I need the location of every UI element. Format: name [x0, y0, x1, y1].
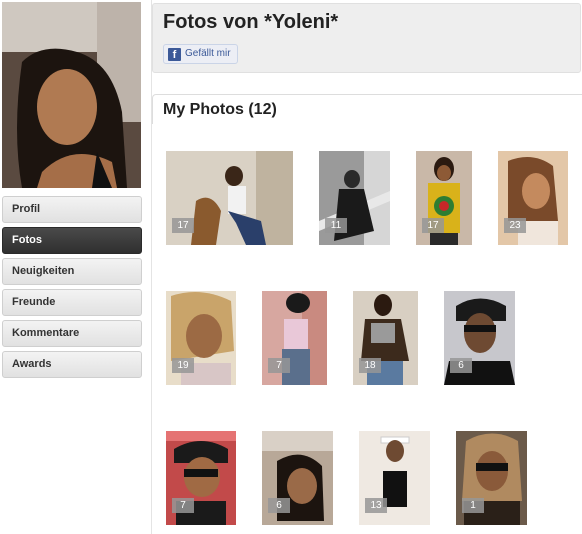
photo-count-badge: 17 — [172, 218, 194, 233]
photo-album-thumbnail[interactable]: 18 — [353, 291, 418, 385]
nav-item-neuigkeiten[interactable]: Neuigkeiten — [2, 258, 142, 285]
profile-photo — [2, 2, 141, 188]
like-button[interactable]: f Gefällt mir — [163, 44, 238, 64]
photo-album-thumbnail[interactable]: 7 — [262, 291, 327, 385]
photo-count-badge: 18 — [359, 358, 381, 373]
nav-item-profil[interactable]: Profil — [2, 196, 142, 223]
nav-item-fotos[interactable]: Fotos — [2, 227, 142, 254]
photo-count-badge: 23 — [504, 218, 526, 233]
photo-album-thumbnail[interactable]: 19 — [166, 291, 236, 385]
photo-album-thumbnail[interactable]: 17 — [166, 151, 293, 245]
page-title: Fotos von *Yoleni* — [163, 11, 339, 33]
photo-count-badge: 7 — [268, 358, 290, 373]
photo-count-badge: 6 — [268, 498, 290, 513]
photo-count-badge: 19 — [172, 358, 194, 373]
section-title: My Photos (12) — [163, 101, 277, 118]
nav-item-kommentare[interactable]: Kommentare — [2, 320, 142, 347]
photo-album-thumbnail[interactable]: 6 — [262, 431, 333, 525]
photo-album-thumbnail[interactable]: 7 — [166, 431, 236, 525]
facebook-icon: f — [168, 47, 181, 61]
like-label: Gefällt mir — [185, 48, 231, 59]
photo-album-thumbnail[interactable]: 6 — [444, 291, 515, 385]
photo-count-badge: 13 — [365, 498, 387, 513]
nav-item-awards[interactable]: Awards — [2, 351, 142, 378]
photo-count-badge: 6 — [450, 358, 472, 373]
profile-navigation: Profil Fotos Neuigkeiten Freunde Komment… — [2, 196, 142, 382]
column-divider — [151, 0, 152, 534]
photo-album-thumbnail[interactable]: 17 — [416, 151, 472, 245]
photo-count-badge: 17 — [422, 218, 444, 233]
photo-count-badge: 11 — [325, 218, 347, 233]
page-header: Fotos von *Yoleni* f Gefällt mir — [152, 3, 581, 73]
photo-album-thumbnail[interactable]: 1 — [456, 431, 527, 525]
photo-count-badge: 1 — [462, 498, 484, 513]
photo-album-thumbnail[interactable]: 23 — [498, 151, 568, 245]
photo-album-thumbnail[interactable]: 13 — [359, 431, 430, 525]
photo-album-thumbnail[interactable]: 11 — [319, 151, 390, 245]
nav-item-freunde[interactable]: Freunde — [2, 289, 142, 316]
photo-count-badge: 7 — [172, 498, 194, 513]
photos-section-header: My Photos (12) — [152, 94, 582, 124]
